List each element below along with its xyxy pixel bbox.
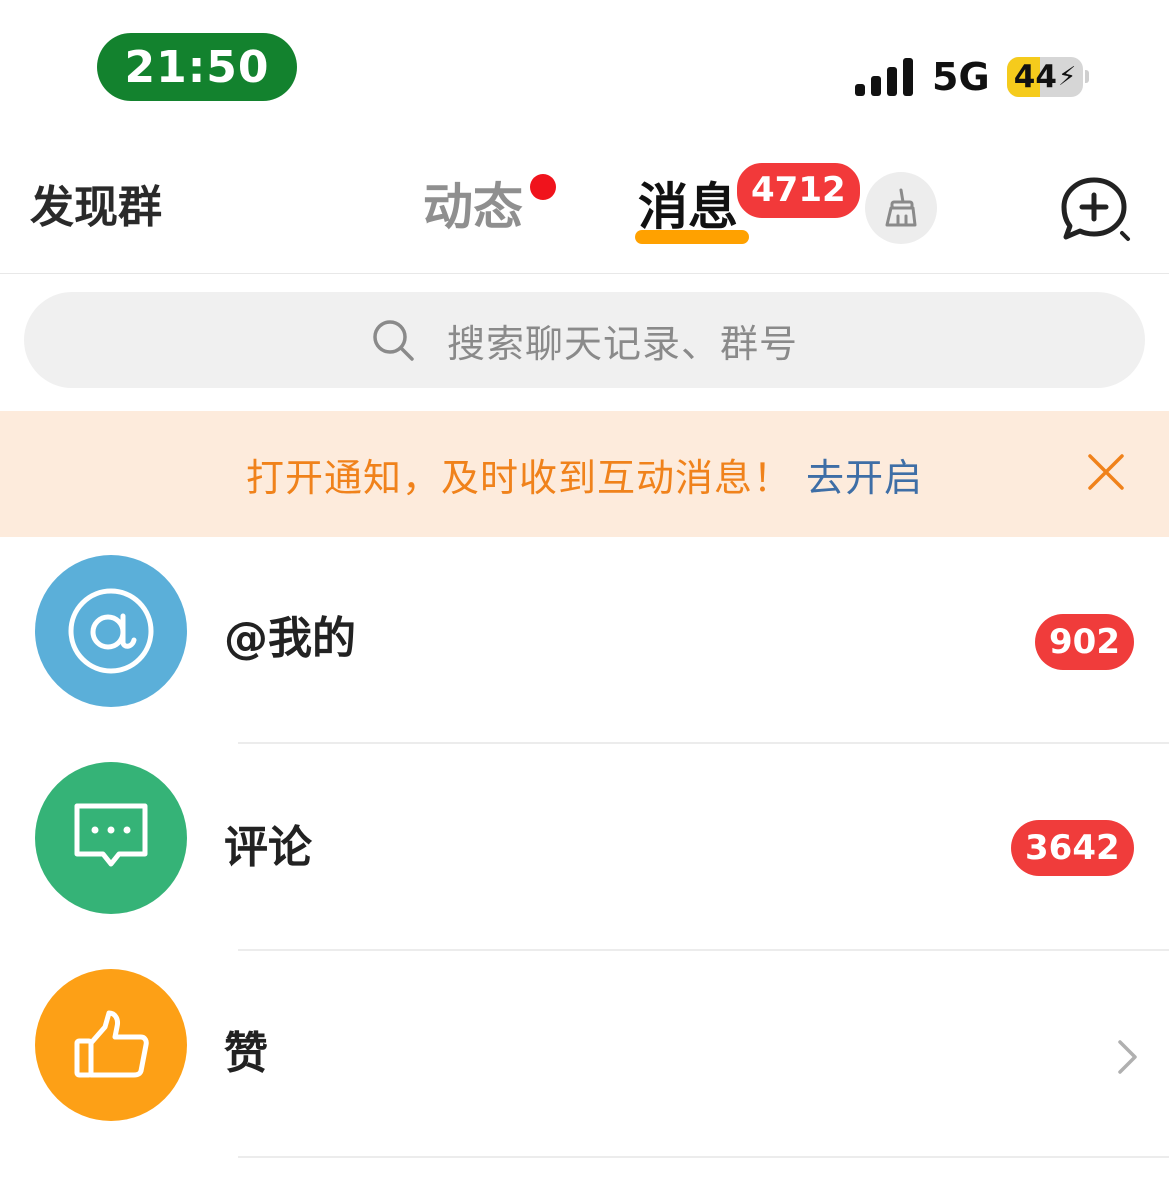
comment-icon: [74, 803, 148, 867]
mentions-avatar: [35, 555, 187, 707]
tab-messages-badge: 4712: [734, 160, 863, 221]
list-item-likes[interactable]: 赞: [0, 951, 1169, 1156]
search-icon: [373, 320, 414, 361]
enable-notifications-link[interactable]: 去开启: [806, 447, 923, 502]
unread-count-badge: 902: [1035, 614, 1134, 670]
chevron-right-icon: [1118, 1040, 1137, 1074]
search-input[interactable]: 搜索聊天记录、群号: [24, 292, 1145, 388]
at-icon: [68, 588, 154, 674]
clear-unread-button[interactable]: [865, 172, 937, 244]
list-item-mentions[interactable]: @我的 902: [0, 537, 1169, 742]
status-time: 21:50: [97, 33, 297, 101]
status-bar: 21:50 5G 44 ⚡: [0, 0, 1169, 130]
battery-charging-icon: 44 ⚡: [1007, 57, 1083, 97]
tab-dynamic-dot: [530, 174, 556, 200]
comments-avatar: [35, 762, 187, 914]
divider: [238, 1156, 1169, 1158]
search-placeholder: 搜索聊天记录、群号: [446, 321, 798, 366]
notification-banner: 打开通知，及时收到互动消息！ 去开启: [0, 411, 1169, 537]
unread-count-badge: 3642: [1011, 820, 1134, 876]
list-item-label: 评论: [224, 822, 312, 873]
tab-active-indicator: [635, 230, 749, 244]
top-nav: 发现群 动态 消息 4712: [0, 130, 1169, 274]
thumbs-up-icon: [74, 1010, 149, 1078]
list-item-comments[interactable]: 评论 3642: [0, 744, 1169, 949]
battery-nub: [1085, 70, 1089, 83]
likes-avatar: [35, 969, 187, 1121]
signal-icon: [855, 58, 913, 96]
list-item-label: 赞: [224, 1028, 268, 1079]
compose-message-icon[interactable]: [1058, 175, 1132, 245]
discover-groups-button[interactable]: 发现群: [30, 178, 162, 238]
notification-text: 打开通知，及时收到互动消息！: [245, 455, 792, 500]
tab-dynamic[interactable]: 动态: [423, 174, 523, 240]
battery-percent: 44: [1013, 59, 1057, 95]
close-icon[interactable]: [1086, 452, 1126, 492]
broom-icon: [885, 188, 917, 227]
charging-bolt-icon: ⚡: [1057, 62, 1077, 92]
network-type: 5G: [932, 55, 990, 99]
list-item-label: @我的: [224, 613, 356, 664]
